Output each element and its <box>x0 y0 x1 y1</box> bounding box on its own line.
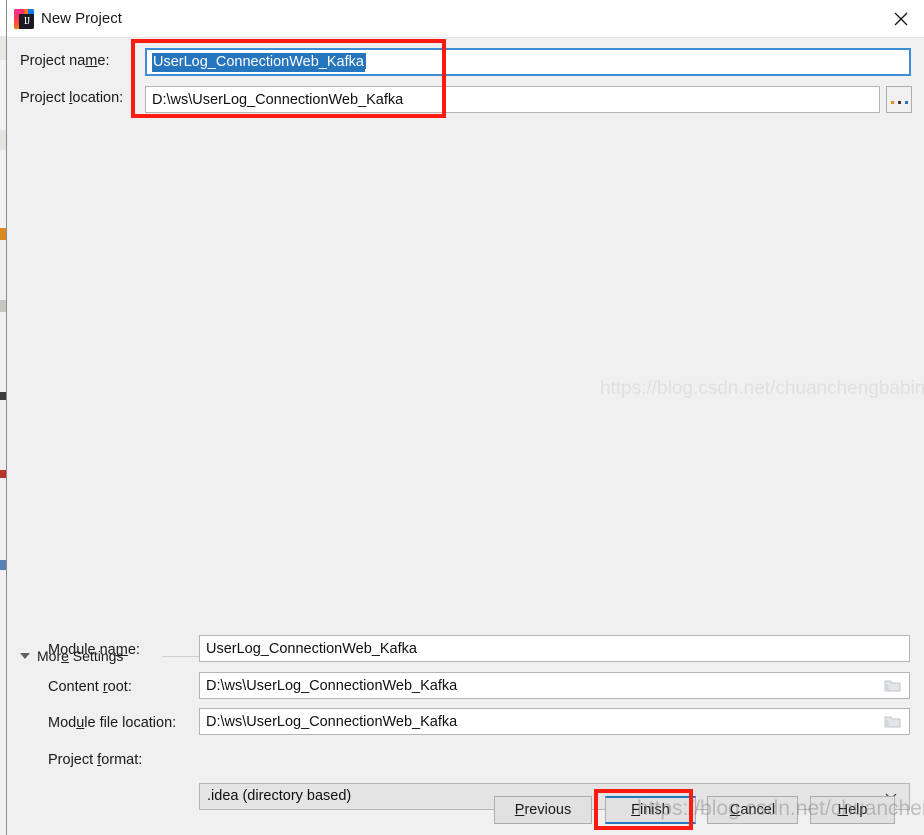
help-button[interactable]: Help <box>810 796 895 824</box>
ellipsis-browse-icon <box>887 98 911 104</box>
page-title: New Project <box>41 10 122 27</box>
project-location-label: Project location: <box>20 90 123 106</box>
icon-glyph: IJ <box>23 16 30 27</box>
button-label: revious <box>524 802 572 818</box>
button-label: elp <box>848 802 868 818</box>
button-label: inish <box>640 802 670 818</box>
button-mnemonic: C <box>729 802 741 818</box>
project-name-value: UserLog_ConnectionWeb_Kafka <box>152 53 365 72</box>
dot-2 <box>897 100 901 104</box>
project-name-input[interactable]: UserLog_ConnectionWeb_Kafka <box>145 48 911 76</box>
folder-icon[interactable] <box>884 714 901 729</box>
label-part-2: e: <box>97 53 110 69</box>
dialog-title-bar: IJ New Project <box>7 0 924 38</box>
new-project-dialog: IJ New Project Project name: UserLog_Con… <box>7 0 924 835</box>
module-name-value: UserLog_ConnectionWeb_Kafka <box>206 641 417 657</box>
triangle-down-icon <box>20 653 30 659</box>
content-root-label: Content root: <box>48 679 132 695</box>
label-mnemonic: m <box>85 53 98 69</box>
project-name-label: Project name: <box>20 53 109 69</box>
module-file-location-value: D:\ws\UserLog_ConnectionWeb_Kafka <box>206 714 458 730</box>
label-mnemonic: m <box>115 642 128 658</box>
previous-button[interactable]: Previous <box>494 796 592 824</box>
dot-1 <box>890 100 894 104</box>
label-part-2: ormat: <box>101 752 143 768</box>
label-part-1: Project <box>48 752 98 768</box>
project-location-value: D:\ws\UserLog_ConnectionWeb_Kafka <box>152 92 404 108</box>
label-part-2: le file location: <box>84 715 177 731</box>
label-part-1: Project <box>20 90 70 106</box>
module-file-location-label: Module file location: <box>48 715 176 731</box>
project-format-value: .idea (directory based) <box>207 788 352 804</box>
project-format-label: Project format: <box>48 752 142 768</box>
label-part-2: ocation: <box>72 90 124 106</box>
button-label: ancel <box>740 802 776 818</box>
intellij-idea-icon: IJ <box>14 9 34 29</box>
module-file-location-input[interactable]: D:\ws\UserLog_ConnectionWeb_Kafka <box>199 708 910 735</box>
dialog-body: Project name: UserLog_ConnectionWeb_Kafk… <box>7 38 924 835</box>
label-part-1: Module na <box>48 642 116 658</box>
close-icon-glyph <box>894 12 908 26</box>
module-name-input[interactable]: UserLog_ConnectionWeb_Kafka <box>199 635 910 662</box>
label-part-1: Mod <box>48 715 77 731</box>
folder-icon[interactable] <box>884 678 901 693</box>
text-caret <box>364 53 366 69</box>
label-part-2: e: <box>127 642 140 658</box>
content-root-value: D:\ws\UserLog_ConnectionWeb_Kafka <box>206 678 458 694</box>
content-root-input[interactable]: D:\ws\UserLog_ConnectionWeb_Kafka <box>199 672 910 699</box>
project-location-browse-button[interactable] <box>886 86 912 113</box>
cancel-button[interactable]: Cancel <box>707 796 798 824</box>
module-name-label: Module name: <box>48 642 140 658</box>
label-part-1: Project na <box>20 53 86 69</box>
project-location-input[interactable]: D:\ws\UserLog_ConnectionWeb_Kafka <box>145 86 880 113</box>
finish-button[interactable]: Finish <box>605 796 696 824</box>
close-icon[interactable] <box>878 0 924 37</box>
button-mnemonic: H <box>837 802 849 818</box>
label-part-2: oot: <box>107 679 132 695</box>
dot-3 <box>904 100 908 104</box>
button-mnemonic: F <box>631 802 641 818</box>
button-mnemonic: P <box>514 802 525 818</box>
label-part-1: Content <box>48 679 103 695</box>
